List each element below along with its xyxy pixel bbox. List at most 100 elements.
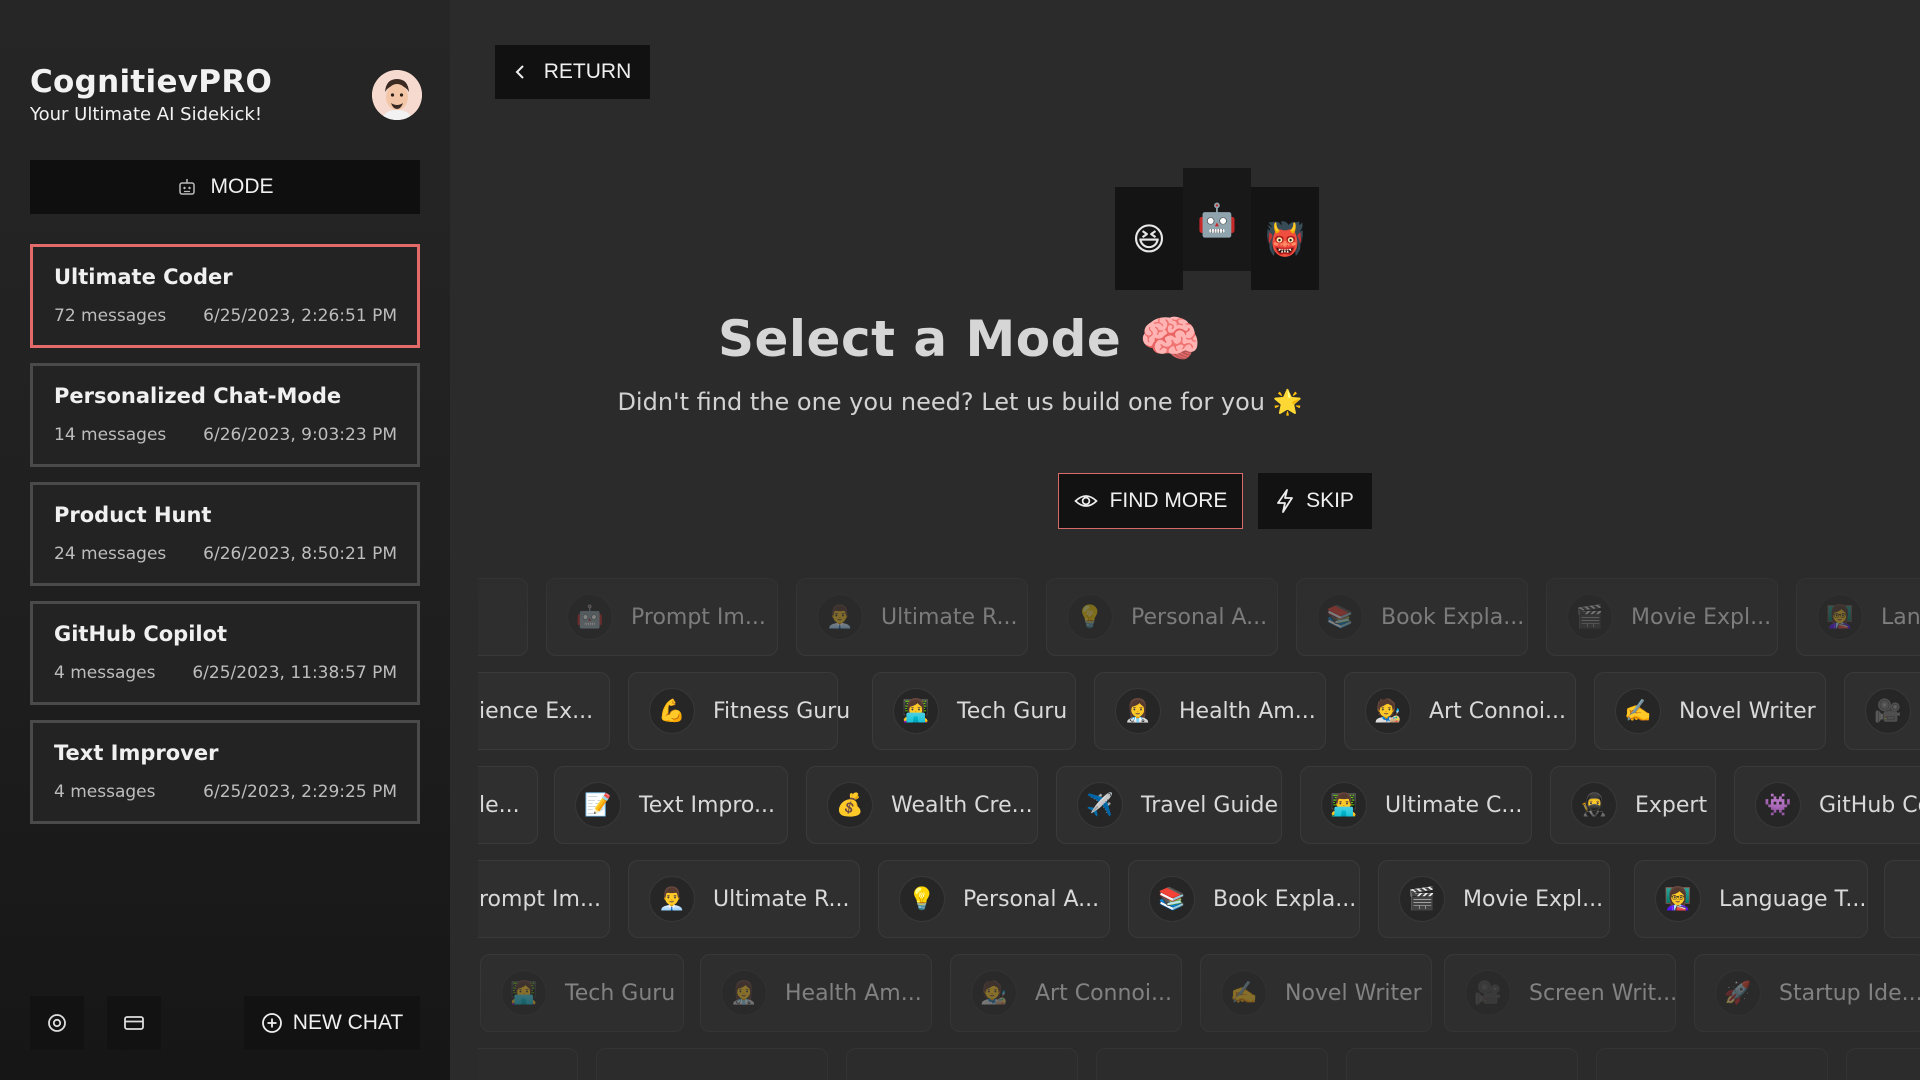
- mode-pill[interactable]: [1096, 1048, 1328, 1080]
- ogre-face-icon: 👹: [1265, 219, 1305, 258]
- mode-pill[interactable]: 👨‍💼 Ultimate R...: [628, 860, 860, 938]
- page-subtitle-text: Didn't find the one you need? Let us bui…: [617, 388, 1266, 416]
- return-label: RETURN: [543, 60, 632, 83]
- find-more-button[interactable]: FIND MORE: [1058, 473, 1243, 529]
- coder-icon: 👨‍💻: [1321, 782, 1367, 828]
- artist-icon: 🧑‍🎨: [971, 970, 1017, 1016]
- mode-pill[interactable]: rompt Im...: [478, 860, 610, 938]
- lightning-icon: [1277, 489, 1293, 513]
- mode-pill[interactable]: 📚 Book Expla...: [1296, 578, 1528, 656]
- mode-card-right[interactable]: 👹: [1251, 187, 1319, 290]
- mode-pill[interactable]: ience Ex...: [478, 672, 610, 750]
- mode-pill[interactable]: [1884, 860, 1920, 938]
- mode-pill[interactable]: 💡 Personal A...: [878, 860, 1110, 938]
- mode-pill[interactable]: ✈️ Travel Guide: [1056, 766, 1282, 844]
- books-icon: 📚: [1317, 594, 1363, 640]
- return-button[interactable]: RETURN: [495, 45, 650, 99]
- chat-item[interactable]: Product Hunt 24 messages 6/26/2023, 8:50…: [30, 482, 420, 586]
- businessman-icon: 👨‍💼: [649, 876, 695, 922]
- mode-pill[interactable]: 🧑‍🎨 Art Connoi...: [1344, 672, 1576, 750]
- mode-pill[interactable]: 🚀 Startup Ide...: [1694, 954, 1920, 1032]
- books-icon: 📚: [1149, 876, 1195, 922]
- mode-pill[interactable]: [1846, 1048, 1920, 1080]
- clapperboard-icon: 🎬: [1399, 876, 1445, 922]
- businessman-icon: 👨‍💼: [817, 594, 863, 640]
- teacher-icon: 👩‍🏫: [1817, 594, 1863, 640]
- teacher-icon: 👩‍🏫: [1655, 876, 1701, 922]
- mode-pill-label: Health Am...: [1179, 698, 1316, 724]
- mode-pill-label: ...: [478, 605, 480, 630]
- mode-pill-label: Ultimate R...: [713, 886, 850, 912]
- mode-pill[interactable]: 👾 GitHub Co: [1734, 766, 1920, 844]
- lightbulb-icon: 💡: [899, 876, 945, 922]
- mode-pill[interactable]: 👩‍⚕️ Health Am...: [1094, 672, 1326, 750]
- mode-pill-label: Book Expla...: [1381, 604, 1525, 630]
- airplane-icon: ✈️: [1077, 782, 1123, 828]
- mode-card-left[interactable]: 😆: [1115, 187, 1183, 290]
- mode-pill-label: GitHub Co: [1819, 792, 1920, 818]
- mode-pill-label: Ultimate R...: [881, 604, 1018, 630]
- mode-pill[interactable]: [1346, 1048, 1578, 1080]
- mode-pill[interactable]: 🥷 Expert: [1550, 766, 1716, 844]
- mode-pill[interactable]: ...: [478, 578, 528, 656]
- chat-title: Ultimate Coder: [54, 265, 233, 289]
- mode-pill[interactable]: 🧑‍🎨 Art Connoi...: [950, 954, 1182, 1032]
- mode-pill-label: Ultimate C...: [1385, 792, 1523, 818]
- flexed-biceps-icon: 💪: [649, 688, 695, 734]
- page-subtitle: Didn't find the one you need? Let us bui…: [0, 388, 1920, 416]
- mode-pill[interactable]: [1596, 1048, 1828, 1080]
- chat-item[interactable]: Text Improver 4 messages 6/25/2023, 2:29…: [30, 720, 420, 824]
- mode-pill-label: ience Ex...: [479, 698, 594, 724]
- skip-label: SKIP: [1306, 489, 1354, 512]
- mode-pill[interactable]: 👩‍⚕️ Health Am...: [700, 954, 932, 1032]
- alien-monster-icon: 👾: [1755, 782, 1801, 828]
- mode-pill[interactable]: 👩‍🏫 Lan: [1796, 578, 1920, 656]
- mode-pill-label: Novel Writer: [1285, 980, 1422, 1006]
- chat-date: 6/25/2023, 11:38:57 PM: [192, 663, 397, 683]
- mode-pill-label: Health Am...: [785, 980, 922, 1006]
- mode-pill[interactable]: 💪 Fitness Guru: [628, 672, 850, 750]
- mode-pill[interactable]: le...: [478, 766, 538, 844]
- mode-pill-label: le...: [479, 792, 520, 818]
- skip-button[interactable]: SKIP: [1258, 473, 1372, 529]
- chat-message-count: 4 messages: [54, 663, 156, 683]
- robot-icon: 🤖: [567, 594, 613, 640]
- mode-pill[interactable]: [478, 1048, 578, 1080]
- mode-pill[interactable]: [596, 1048, 828, 1080]
- mode-pill[interactable]: 🎥 Screen Writ...: [1444, 954, 1677, 1032]
- mode-pill[interactable]: ✍️ Novel Writer: [1200, 954, 1432, 1032]
- mode-pill[interactable]: ✍️ Novel Writer: [1594, 672, 1826, 750]
- plus-circle-icon: [261, 1013, 282, 1033]
- technologist-icon: 👩‍💻: [501, 970, 547, 1016]
- mode-pill[interactable]: 📝 Text Impro...: [554, 766, 788, 844]
- mode-pill[interactable]: 👨‍💼 Ultimate R...: [796, 578, 1028, 656]
- mode-pill[interactable]: 👩‍💻 Tech Guru: [872, 672, 1076, 750]
- mode-pill[interactable]: 👨‍💻 Ultimate C...: [1300, 766, 1532, 844]
- mode-pill[interactable]: 🎬 Movie Expl...: [1378, 860, 1610, 938]
- brand: CognitievPRO Your Ultimate AI Sidekick!: [30, 64, 272, 125]
- mode-card-center[interactable]: 🤖: [1183, 168, 1251, 271]
- memo-icon: 📝: [575, 782, 621, 828]
- chat-item[interactable]: GitHub Copilot 4 messages 6/25/2023, 11:…: [30, 601, 420, 705]
- lightbulb-icon: 💡: [1067, 594, 1113, 640]
- mode-pill[interactable]: 💰 Wealth Cre...: [806, 766, 1038, 844]
- mode-pill[interactable]: 👩‍🏫 Language T...: [1634, 860, 1868, 938]
- mode-pill-label: Lan: [1881, 604, 1920, 630]
- new-chat-button[interactable]: NEW CHAT: [244, 996, 420, 1050]
- mode-pill[interactable]: 🎥: [1844, 672, 1920, 750]
- mode-pill[interactable]: 📚 Book Expla...: [1128, 860, 1360, 938]
- mode-pill-label: Wealth Cre...: [891, 792, 1033, 818]
- avatar[interactable]: [372, 70, 422, 120]
- mode-pill[interactable]: 🎬 Movie Expl...: [1546, 578, 1778, 656]
- mode-pill[interactable]: [846, 1048, 1078, 1080]
- mode-button[interactable]: MODE: [30, 160, 420, 214]
- mode-pill-label: Movie Expl...: [1631, 604, 1772, 630]
- mode-pill[interactable]: 👩‍💻 Tech Guru: [480, 954, 684, 1032]
- app-title: CognitievPRO: [30, 64, 273, 100]
- mode-pill[interactable]: 💡 Personal A...: [1046, 578, 1278, 656]
- billing-button[interactable]: [107, 996, 161, 1050]
- chat-date: 6/25/2023, 2:29:25 PM: [203, 782, 397, 802]
- settings-button[interactable]: [30, 996, 84, 1050]
- mode-pill[interactable]: 🤖 Prompt Im...: [546, 578, 778, 656]
- sidebar: CognitievPRO Your Ultimate AI Sidekick! …: [0, 0, 450, 1080]
